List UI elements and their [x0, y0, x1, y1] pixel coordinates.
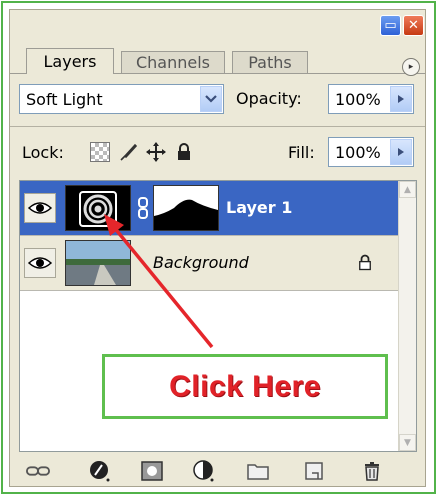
lock-fill-row: Lock: Fill: 100%	[10, 137, 425, 171]
minimize-button[interactable]: ▭	[380, 15, 401, 36]
lock-position-icon[interactable]	[146, 142, 166, 162]
fill-label: Fill:	[288, 143, 315, 162]
layer-row-background[interactable]: Background	[20, 236, 400, 291]
layer-style-icon[interactable]	[88, 460, 112, 482]
scroll-up-icon[interactable]: ▲	[399, 181, 416, 198]
layer-thumbnail[interactable]	[65, 240, 131, 286]
fill-value: 100%	[335, 143, 381, 162]
opacity-label: Opacity:	[236, 89, 302, 108]
lock-label: Lock:	[22, 143, 64, 162]
callout-text: Click Here	[169, 369, 321, 403]
new-group-icon[interactable]	[246, 460, 270, 482]
layer-name[interactable]: Layer 1	[226, 198, 292, 217]
layer-thumbnail[interactable]	[65, 185, 131, 231]
panel-menu-icon[interactable]: ▸	[402, 58, 420, 76]
lock-transparent-pixels-icon[interactable]	[90, 142, 110, 162]
layer-locked-icon	[358, 254, 372, 275]
opacity-value: 100%	[335, 90, 381, 109]
fill-slider-arrow-icon[interactable]	[390, 139, 412, 165]
chevron-down-icon[interactable]	[200, 86, 222, 112]
layer-name[interactable]: Background	[153, 253, 249, 272]
click-here-callout: Click Here	[102, 354, 388, 419]
scroll-down-icon[interactable]: ▼	[399, 434, 416, 451]
link-layers-icon[interactable]	[26, 460, 50, 482]
layers-bottom-toolbar	[10, 456, 425, 486]
layer-mask-thumbnail[interactable]	[153, 185, 219, 231]
visibility-eye-icon[interactable]	[24, 248, 56, 278]
new-layer-icon[interactable]	[302, 460, 326, 482]
panel-tabs: Layers Channels Paths ▸	[10, 46, 425, 76]
blend-mode-value: Soft Light	[26, 90, 103, 109]
adjustment-layer-icon[interactable]	[192, 460, 216, 482]
mask-link-chain-icon[interactable]	[136, 196, 150, 220]
opacity-slider-arrow-icon[interactable]	[390, 86, 412, 112]
lock-image-pixels-icon[interactable]	[118, 142, 138, 162]
close-button[interactable]: ✕	[403, 15, 424, 36]
panel-titlebar: ▭ ✕	[10, 10, 425, 44]
layers-scrollbar[interactable]: ▲ ▼	[398, 181, 416, 451]
divider	[10, 126, 425, 127]
blend-opacity-row: Soft Light Opacity: 100%	[10, 84, 425, 118]
tab-paths[interactable]: Paths	[232, 51, 308, 73]
blend-mode-select[interactable]: Soft Light	[19, 84, 224, 114]
layer-row-layer-1[interactable]: Layer 1	[20, 181, 400, 236]
opacity-field[interactable]: 100%	[328, 84, 414, 114]
add-mask-icon[interactable]	[140, 460, 164, 482]
tab-layers[interactable]: Layers	[26, 48, 114, 74]
visibility-eye-icon[interactable]	[24, 193, 56, 223]
lock-all-icon[interactable]	[174, 142, 194, 162]
fill-field[interactable]: 100%	[328, 137, 414, 167]
tab-channels[interactable]: Channels	[121, 51, 225, 73]
delete-layer-icon[interactable]	[360, 460, 384, 482]
